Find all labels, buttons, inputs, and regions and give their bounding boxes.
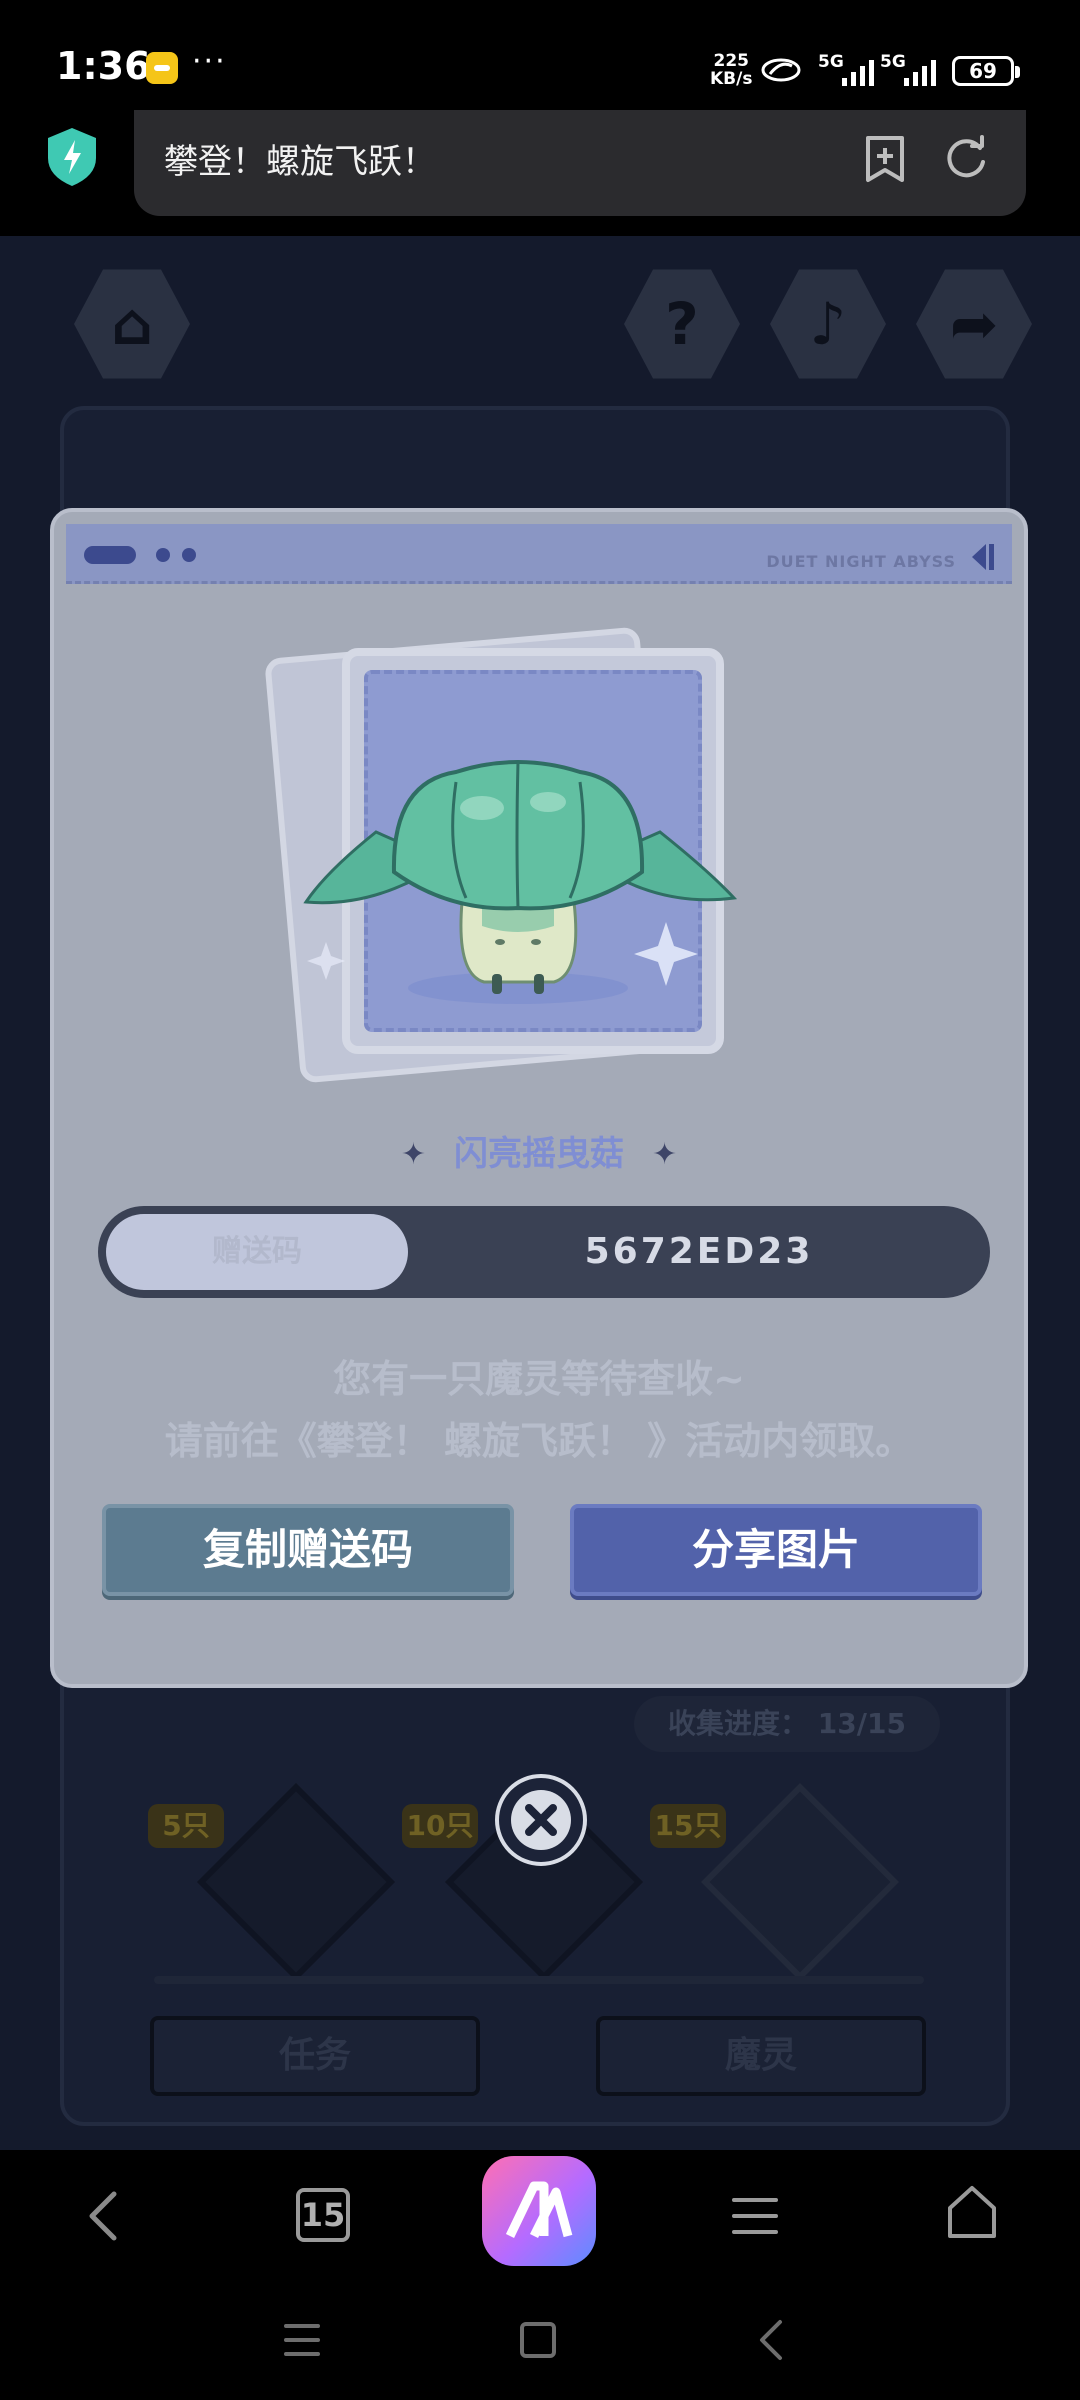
recent-apps-icon[interactable] bbox=[282, 2322, 322, 2358]
battery-icon: 69 bbox=[952, 56, 1020, 86]
header-decoration bbox=[84, 546, 136, 564]
close-modal-button[interactable] bbox=[495, 1774, 587, 1866]
home-icon[interactable] bbox=[944, 2182, 1000, 2242]
copy-gift-code-button[interactable]: 复制赠送码 bbox=[102, 1504, 514, 1596]
network-speed-value: 225 bbox=[713, 51, 749, 71]
question-icon: ? bbox=[665, 290, 699, 358]
sim1-label: 5G bbox=[818, 52, 844, 72]
pet-name: 闪亮摇曳菇 bbox=[454, 1134, 624, 1174]
ai-assistant-button[interactable] bbox=[482, 2156, 596, 2266]
bookmark-add-icon[interactable] bbox=[862, 134, 908, 184]
sparkle-icon: ✦ bbox=[400, 1136, 426, 1172]
sparkle-icon: ✦ bbox=[652, 1136, 678, 1172]
gift-code-bar: 赠送码 5672ED23 bbox=[98, 1206, 990, 1298]
header-dot bbox=[182, 548, 196, 562]
system-home-icon[interactable] bbox=[520, 2322, 556, 2358]
share-image-button[interactable]: 分享图片 bbox=[570, 1504, 982, 1596]
gift-code-label: 赠送码 bbox=[106, 1214, 408, 1290]
browser-toolbar: 攀登！螺旋飞跃！ bbox=[0, 110, 1080, 236]
system-back-icon[interactable] bbox=[756, 2318, 786, 2362]
ai-logo-icon bbox=[505, 2181, 573, 2239]
reward-tag-10: 10只 bbox=[402, 1804, 478, 1848]
address-bar[interactable]: 攀登！螺旋飞跃！ bbox=[134, 110, 1026, 216]
hotspot-link-icon bbox=[761, 58, 801, 82]
reward-track bbox=[154, 1976, 924, 1984]
message-line-2: 请前往《攀登！ 螺旋飞跃！ 》活动内领取。 bbox=[164, 1419, 914, 1463]
pet-tab-button: 魔灵 bbox=[596, 2016, 926, 2096]
share-hex-button: ➦ bbox=[916, 269, 1032, 379]
music-note-icon: ♪ bbox=[809, 290, 847, 358]
more-notifications-indicator: ··· bbox=[192, 44, 227, 79]
shield-bolt-icon[interactable] bbox=[44, 126, 100, 188]
task-tab-button: 任务 bbox=[150, 2016, 480, 2096]
page-title[interactable]: 攀登！螺旋飞跃！ bbox=[164, 134, 436, 183]
browser-bottom-nav: 15 bbox=[0, 2150, 1080, 2280]
reward-tag-5: 5只 bbox=[148, 1804, 224, 1848]
status-time: 1:36 bbox=[56, 44, 151, 88]
messenger-notification-icon bbox=[146, 52, 178, 84]
header-dot bbox=[156, 548, 170, 562]
modal-header: DUET NIGHT ABYSS bbox=[66, 524, 1012, 584]
help-hex-button: ? bbox=[624, 269, 740, 379]
network-speed: 225 KB/s bbox=[710, 52, 752, 88]
pet-name-row: ✦ 闪亮摇曳菇 ✦ bbox=[54, 1124, 1024, 1184]
home-icon: ⌂ bbox=[111, 290, 153, 358]
gift-code-value: 5672ED23 bbox=[584, 1231, 814, 1272]
tab-count-button[interactable]: 15 bbox=[296, 2188, 350, 2242]
message-line-1: 您有一只魔灵等待查收~ bbox=[333, 1357, 745, 1401]
network-speed-unit: KB/s bbox=[710, 69, 753, 89]
collapse-arrow-icon bbox=[972, 544, 994, 570]
reward-tag-15: 15只 bbox=[650, 1804, 726, 1848]
menu-icon[interactable] bbox=[730, 2194, 780, 2238]
share-arrow-icon: ➦ bbox=[949, 290, 999, 358]
status-bar: 1:36 ··· 225 KB/s 5G 5G 69 bbox=[0, 0, 1080, 110]
collect-progress: 收集进度： 13/15 bbox=[634, 1696, 940, 1752]
mushroom-pet-illustration bbox=[303, 760, 738, 1004]
home-hex-button: ⌂ bbox=[74, 269, 190, 379]
music-hex-button: ♪ bbox=[770, 269, 886, 379]
gift-code-modal: DUET NIGHT ABYSS ✦ 闪亮摇曳菇 ✦ 赠送码 5672ED23 您有… bbox=[50, 508, 1028, 1688]
brand-text: DUET NIGHT ABYSS bbox=[766, 552, 956, 571]
sim2-label: 5G bbox=[880, 52, 906, 72]
system-nav-bar bbox=[0, 2280, 1080, 2400]
close-x-icon bbox=[511, 1790, 571, 1850]
chevron-left-icon[interactable] bbox=[80, 2186, 130, 2246]
refresh-icon[interactable] bbox=[942, 134, 990, 182]
